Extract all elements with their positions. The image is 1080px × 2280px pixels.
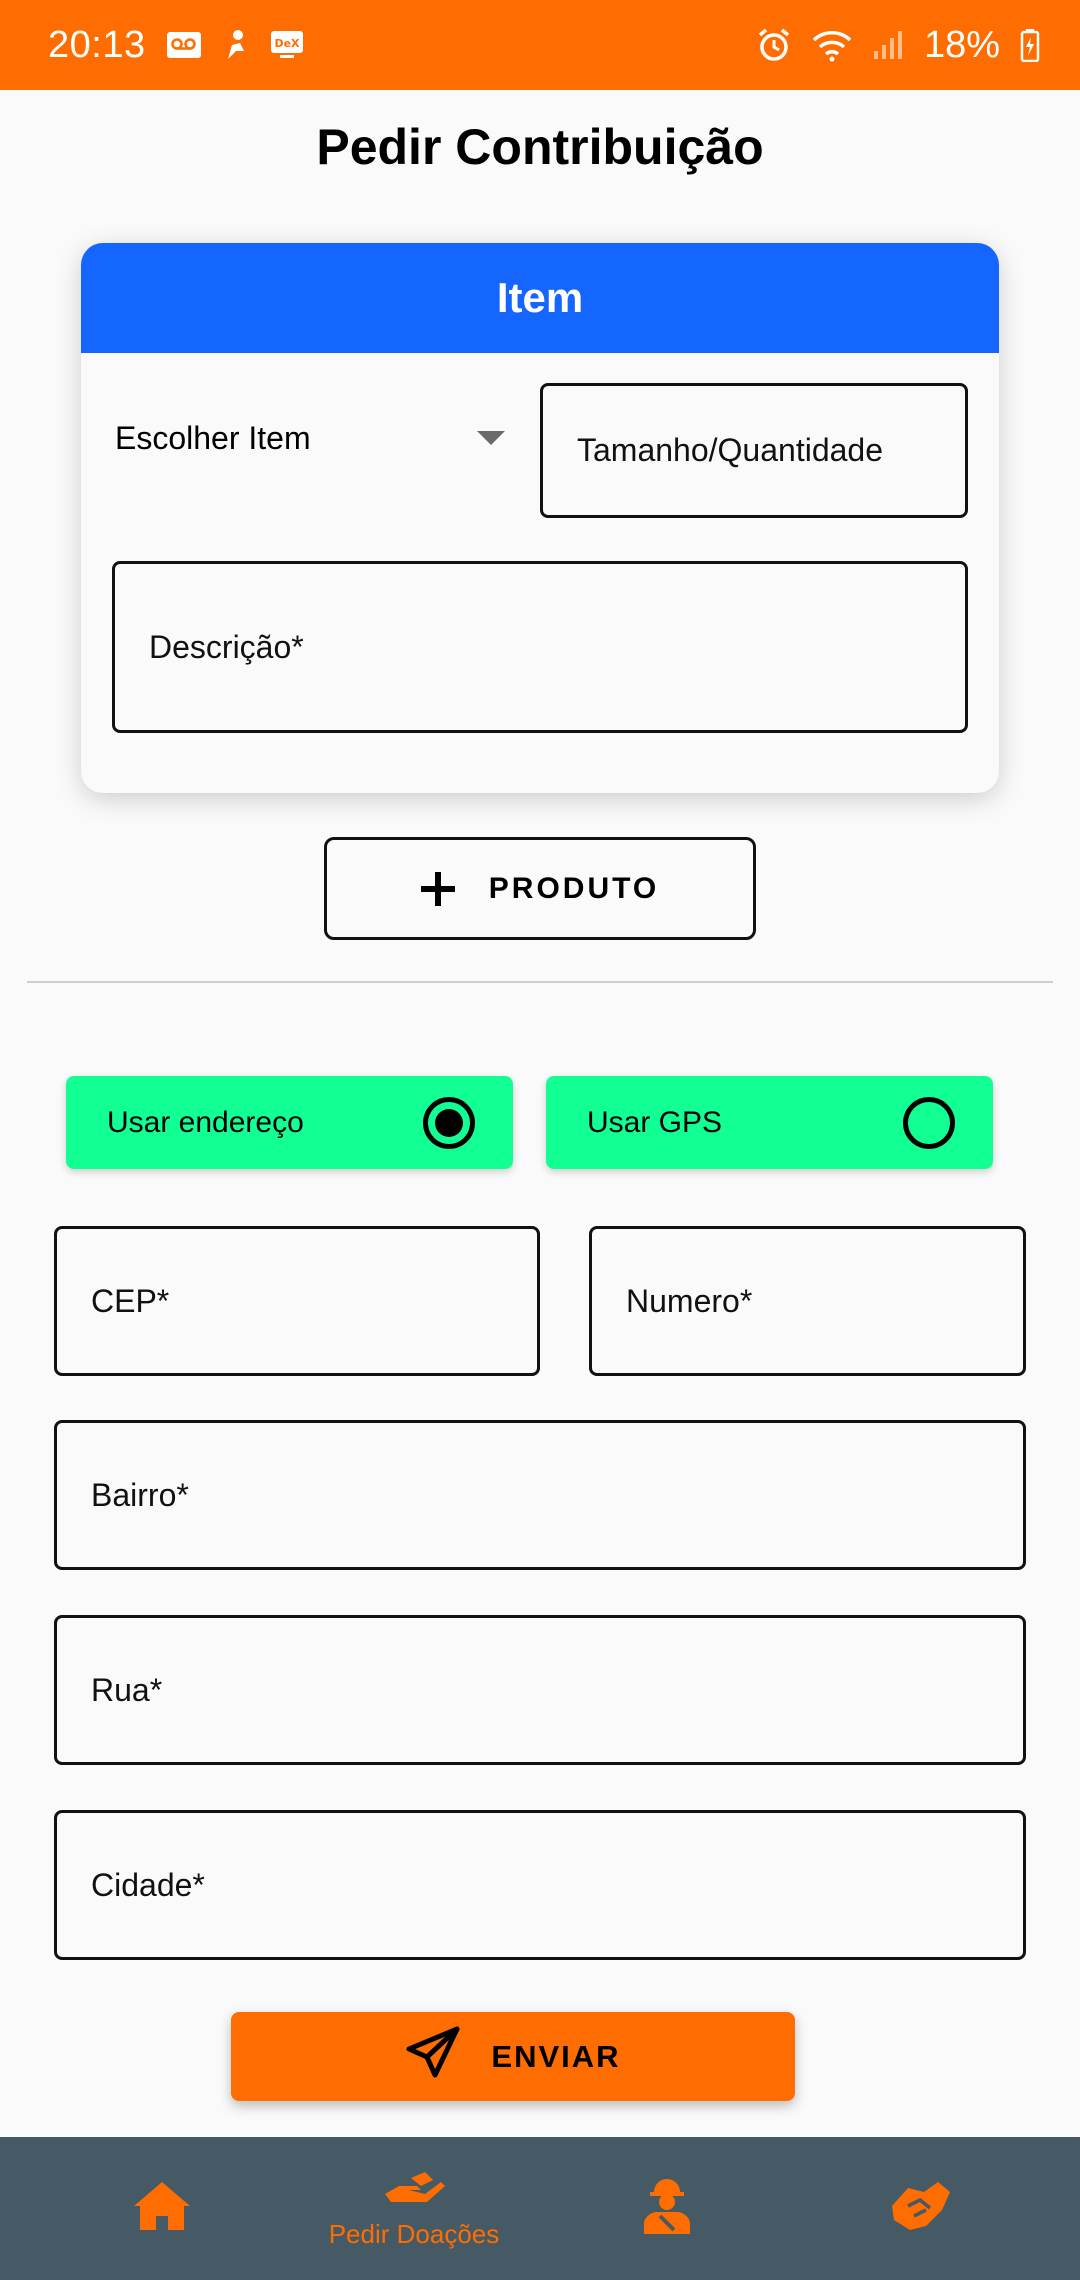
radio-unselected-icon[interactable] (903, 1096, 955, 1149)
use-address-option[interactable]: Usar endereço (66, 1076, 513, 1169)
submit-label: ENVIAR (491, 2038, 621, 2074)
numero-placeholder: Numero* (626, 1282, 753, 1319)
divider (27, 981, 1053, 983)
person-icon (222, 29, 250, 61)
add-product-label: PRODUTO (488, 871, 660, 905)
use-gps-option[interactable]: Usar GPS (546, 1076, 993, 1169)
alarm-icon (756, 27, 792, 63)
description-input[interactable]: Descrição* (112, 561, 968, 733)
quantity-input[interactable]: Tamanho/Quantidade (540, 383, 968, 518)
bairro-placeholder: Bairro* (91, 1476, 189, 1513)
bottom-nav: Pedir Doações (0, 2137, 1080, 2280)
voicemail-icon (166, 31, 202, 59)
battery-icon (1020, 28, 1040, 62)
submit-button[interactable]: ENVIAR (231, 2012, 795, 2101)
radio-selected-icon[interactable] (423, 1096, 475, 1149)
hand-give-icon (381, 2168, 447, 2213)
status-time: 20:13 (48, 23, 146, 66)
send-icon (405, 2025, 461, 2089)
cidade-input[interactable]: Cidade* (54, 1810, 1026, 1960)
use-gps-label: Usar GPS (587, 1105, 723, 1139)
rua-input[interactable]: Rua* (54, 1615, 1026, 1765)
status-bar: 20:13 DeX 18% (0, 0, 1080, 90)
signal-icon (872, 29, 904, 61)
home-icon (130, 2178, 194, 2239)
cep-input[interactable]: CEP* (54, 1226, 540, 1376)
quantity-placeholder: Tamanho/Quantidade (577, 432, 883, 468)
nav-handshake[interactable] (820, 2137, 1020, 2280)
wifi-icon (812, 28, 852, 62)
dex-icon: DeX (270, 30, 304, 60)
add-product-button[interactable]: PRODUTO (324, 837, 756, 940)
dex-label: DeX (274, 37, 300, 50)
nav-pedir-doacoes[interactable]: Pedir Doações (314, 2137, 514, 2280)
numero-input[interactable]: Numero* (589, 1226, 1026, 1376)
dropdown-arrow-icon (477, 431, 505, 445)
plus-icon (420, 871, 455, 906)
rua-placeholder: Rua* (91, 1671, 163, 1708)
status-bar-right: 18% (756, 24, 1040, 67)
nav-home[interactable] (62, 2137, 262, 2280)
item-card-header: Item (81, 243, 999, 353)
volunteer-icon (640, 2176, 694, 2241)
item-select[interactable]: Escolher Item (115, 403, 505, 473)
nav-pedir-doacoes-label: Pedir Doações (328, 2218, 500, 2249)
bairro-input[interactable]: Bairro* (54, 1420, 1026, 1570)
use-address-label: Usar endereço (107, 1105, 304, 1139)
cep-placeholder: CEP* (91, 1282, 170, 1319)
page-title: Pedir Contribuição (316, 119, 764, 175)
nav-volunteer[interactable] (567, 2137, 767, 2280)
cidade-placeholder: Cidade* (91, 1866, 205, 1903)
item-card: Item Escolher Item Tamanho/Quantidade De… (81, 243, 999, 793)
status-bar-left: 20:13 DeX (48, 24, 304, 67)
description-placeholder: Descrição* (149, 628, 304, 665)
handshake-icon (886, 2176, 954, 2241)
item-select-label: Escolher Item (115, 419, 311, 456)
battery-percent: 18% (923, 23, 1000, 66)
